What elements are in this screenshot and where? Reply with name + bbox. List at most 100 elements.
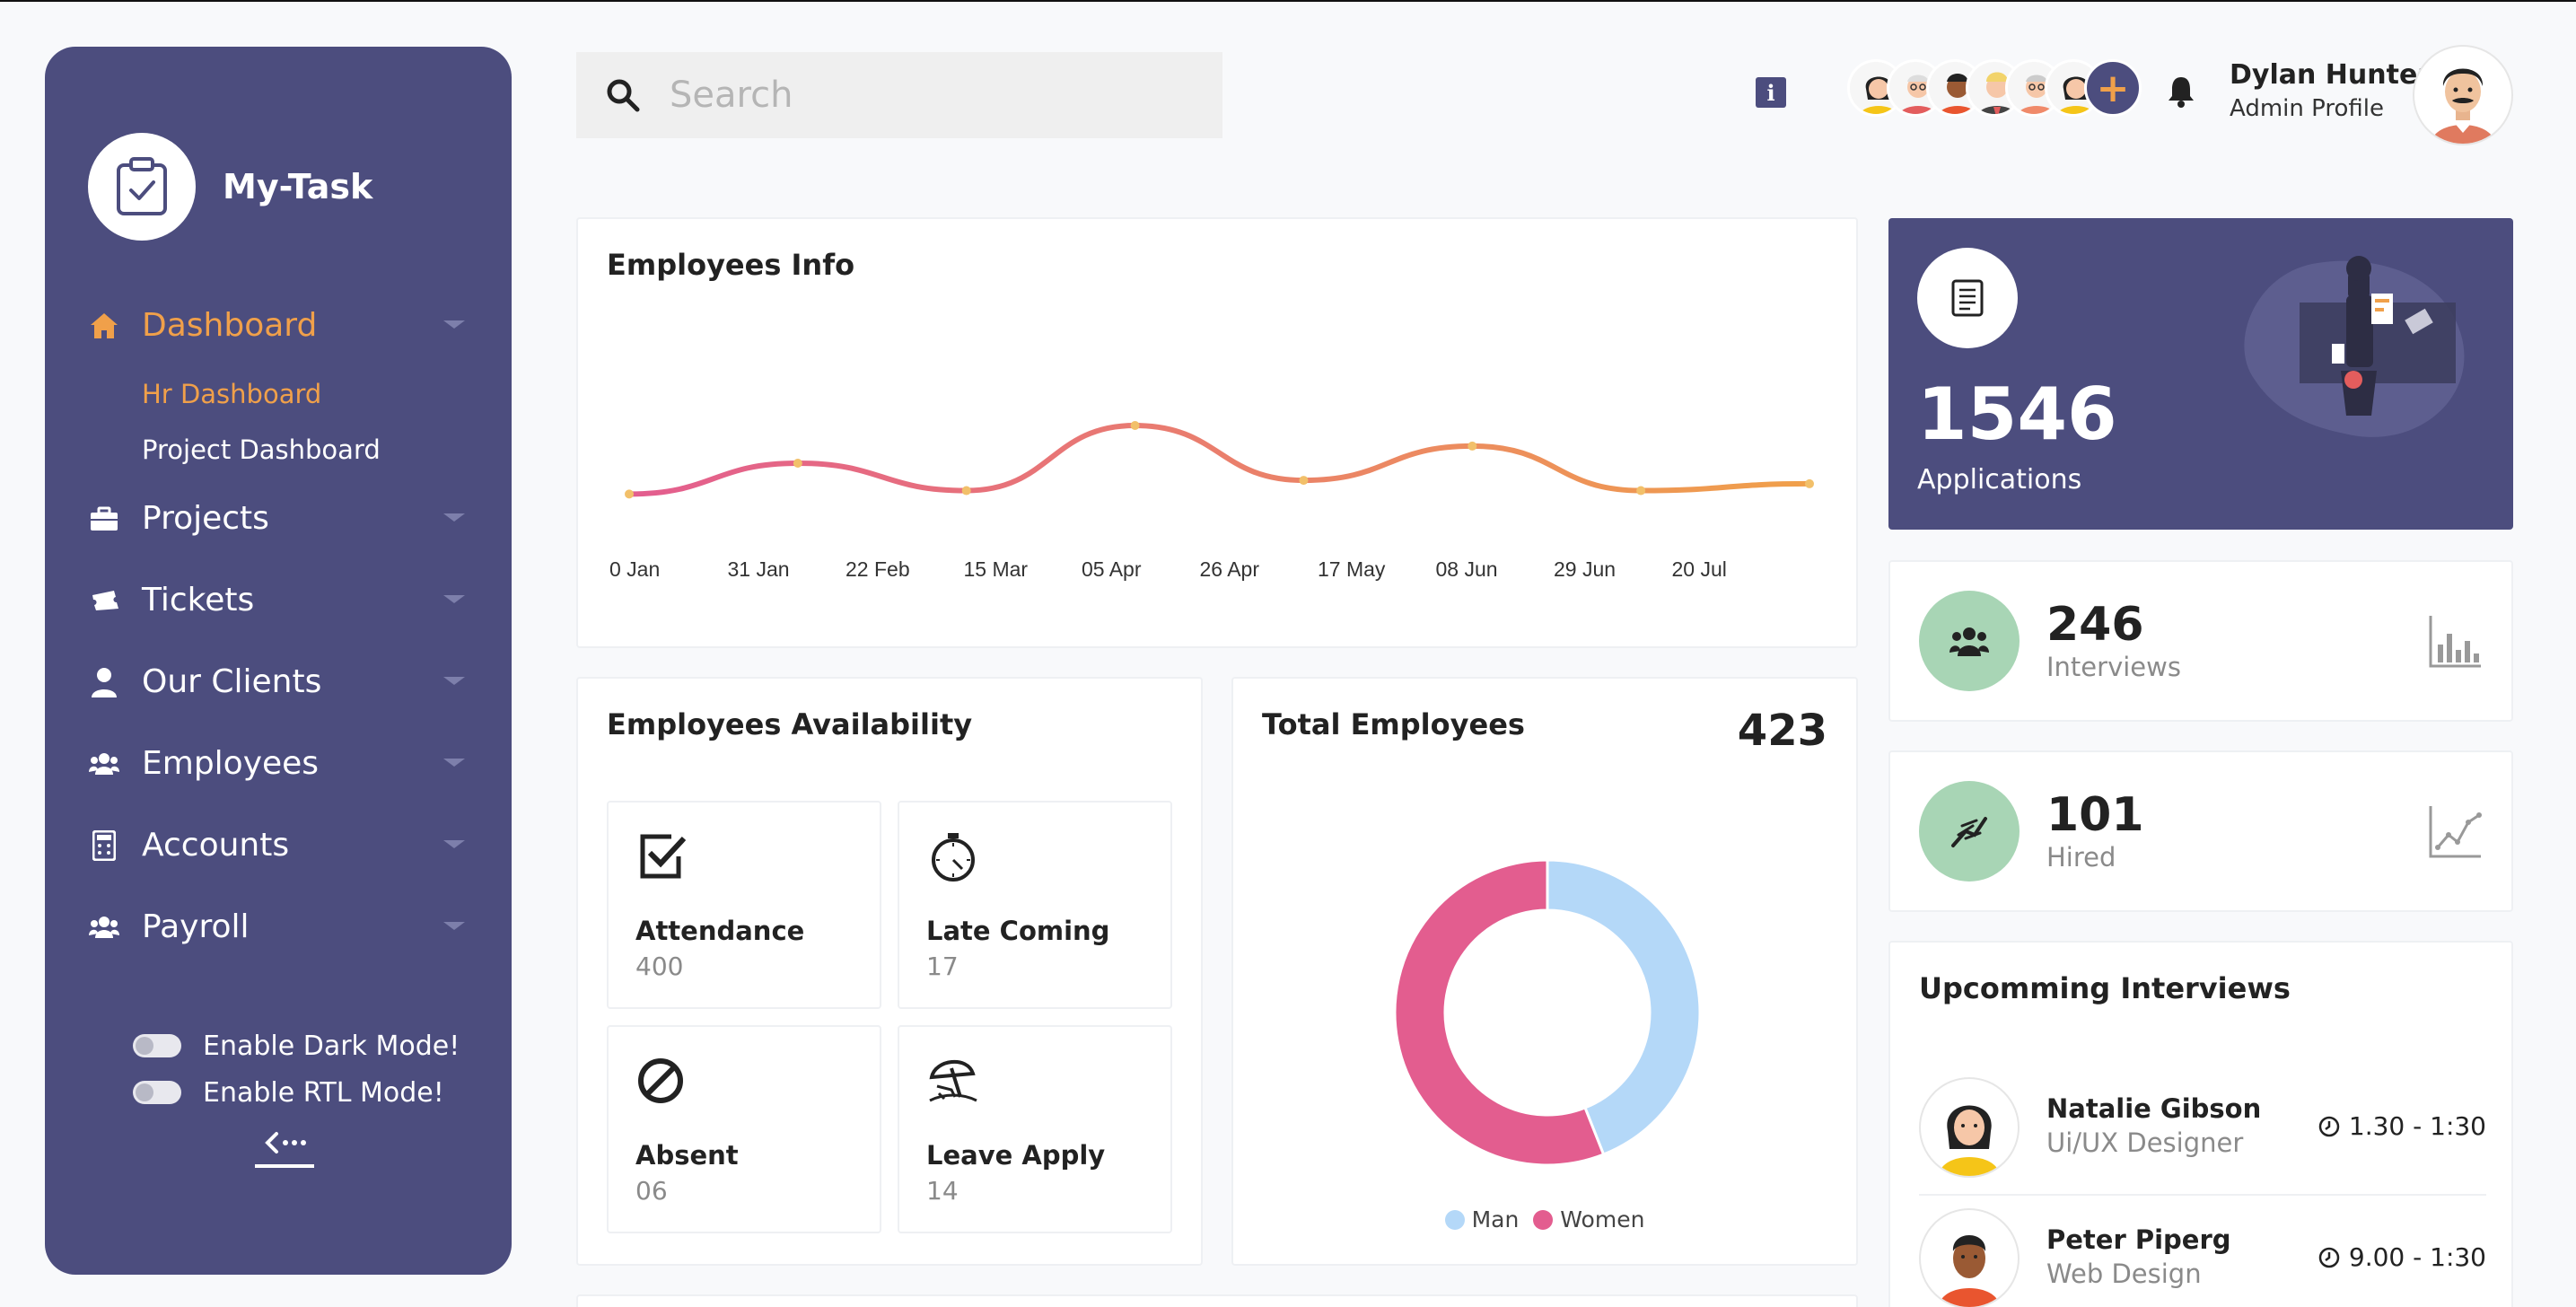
clock-icon	[2318, 1247, 2340, 1268]
interview-time-text: 1.30 - 1:30	[2348, 1111, 2486, 1141]
sidebar-item-label: Accounts	[142, 827, 290, 864]
data-point[interactable]	[961, 486, 971, 496]
document-icon	[1917, 248, 2018, 348]
tile-value: 17	[926, 952, 959, 981]
sidebar-item-dashboard[interactable]: Dashboard	[88, 285, 465, 366]
group-icon	[1919, 591, 2020, 691]
data-point[interactable]	[1130, 421, 1140, 430]
x-tick-label: 0 Jan	[609, 557, 660, 581]
applications-card: 1546 Applications	[1888, 218, 2513, 530]
legend-label: Man	[1471, 1206, 1520, 1232]
x-tick-label: 08 Jun	[1436, 557, 1498, 581]
sidebar-subitem-project-dashboard[interactable]: Project Dashboard	[142, 422, 465, 478]
sidebar-item-label: Payroll	[142, 908, 250, 945]
absent-tile[interactable]: Absent 06	[607, 1025, 881, 1233]
interviewee-role: Ui/UX Designer	[2046, 1127, 2244, 1158]
interview-item[interactable]: Peter Piperg Web Design 9.00 - 1:30	[1919, 1208, 2486, 1307]
data-point[interactable]	[1805, 478, 1814, 488]
add-member-button[interactable]: +	[2084, 59, 2142, 117]
app-name: My-Task	[223, 167, 373, 206]
applications-count: 1546	[1917, 373, 2117, 456]
total-employees-count: 423	[1737, 706, 1827, 756]
sidebar-item-tickets[interactable]: Tickets	[88, 559, 465, 641]
hired-stat-card: 101 Hired	[1888, 750, 2513, 912]
x-tick-label: 20 Jul	[1672, 557, 1727, 581]
interview-time-text: 9.00 - 1:30	[2348, 1242, 2486, 1272]
dashboard-submenu: Hr Dashboard Project Dashboard	[88, 366, 465, 478]
user-avatar[interactable]	[2413, 45, 2513, 145]
legend-item-man[interactable]: Man	[1444, 1206, 1520, 1232]
sidebar-subitem-hr-dashboard[interactable]: Hr Dashboard	[142, 366, 465, 422]
tile-label: Absent	[635, 1140, 739, 1171]
interview-time: 9.00 - 1:30	[2318, 1242, 2486, 1272]
chevron-down-icon	[443, 759, 465, 767]
dark-mode-switch[interactable]	[133, 1034, 181, 1057]
x-tick-label: 26 Apr	[1200, 557, 1260, 581]
upcoming-interviews-card: Upcomming Interviews Natalie Gibson Ui/U…	[1888, 941, 2513, 1307]
search-icon[interactable]	[576, 77, 670, 113]
card-title: Employees Availability	[607, 707, 973, 741]
divider	[1919, 1194, 2486, 1196]
top-border	[0, 0, 2576, 2]
x-tick-label: 17 May	[1318, 557, 1386, 581]
mode-toggles: Enable Dark Mode! Enable RTL Mode!	[133, 1022, 460, 1116]
rtl-mode-switch[interactable]	[133, 1081, 181, 1104]
chevron-down-icon	[443, 320, 465, 329]
sidebar-item-employees[interactable]: Employees	[88, 723, 465, 804]
search-bar	[576, 52, 1222, 138]
stat-value: 246	[2046, 598, 2144, 652]
interview-time: 1.30 - 1:30	[2318, 1111, 2486, 1141]
data-point[interactable]	[793, 459, 802, 468]
sidebar-item-label: Tickets	[142, 582, 255, 618]
avatar	[1919, 1208, 2020, 1307]
late-coming-tile[interactable]: Late Coming 17	[898, 801, 1172, 1009]
sidebar-item-label: Dashboard	[142, 307, 318, 344]
user-role: Admin Profile	[2230, 95, 2384, 122]
chevron-down-icon	[443, 922, 465, 930]
series-line	[626, 422, 1812, 497]
sidebar-item-our-clients[interactable]: Our Clients	[88, 641, 465, 723]
legend-swatch	[1444, 1209, 1465, 1230]
briefcase-icon	[88, 503, 120, 535]
attendance-tile[interactable]: Attendance 400	[607, 801, 881, 1009]
interviews-stat-card: 246 Interviews	[1888, 560, 2513, 722]
search-input[interactable]	[670, 75, 1172, 116]
user-name[interactable]: Dylan Hunter	[2230, 59, 2431, 91]
legend-item-women[interactable]: Women	[1533, 1206, 1644, 1232]
x-tick-label: 29 Jun	[1554, 557, 1616, 581]
leave-apply-tile[interactable]: Leave Apply 14	[898, 1025, 1172, 1233]
donut-slice-man[interactable]	[1546, 858, 1702, 1157]
data-point[interactable]	[1636, 486, 1646, 496]
sidebar-collapse-button[interactable]	[253, 1120, 316, 1174]
data-point[interactable]	[625, 489, 634, 499]
x-tick-label: 15 Mar	[964, 557, 1029, 581]
bar-chart-icon	[2429, 616, 2481, 668]
interview-item[interactable]: Natalie Gibson Ui/UX Designer 1.30 - 1:3…	[1919, 1077, 2486, 1203]
sidebar-item-projects[interactable]: Projects	[88, 478, 465, 559]
card-title: Upcomming Interviews	[1919, 971, 2291, 1005]
sidebar-item-label: Our Clients	[142, 663, 322, 700]
bell-icon[interactable]	[2167, 75, 2195, 111]
applications-illustration	[2244, 256, 2465, 437]
data-point[interactable]	[1299, 476, 1309, 486]
brand[interactable]: My-Task	[88, 133, 372, 241]
calculator-icon	[88, 829, 120, 862]
info-icon[interactable]: i	[1756, 77, 1786, 108]
sidebar-item-label: Employees	[142, 745, 320, 782]
interviewee-name: Peter Piperg	[2046, 1224, 2231, 1255]
chevron-down-icon	[443, 595, 465, 603]
line-chart-icon	[2429, 806, 2482, 858]
arrow-left-icon	[255, 1132, 314, 1168]
clipboard-check-icon	[88, 133, 196, 241]
sidebar: My-Task Dashboard Hr Dashboard Project D…	[45, 47, 512, 1275]
users-icon	[88, 911, 120, 943]
sidebar-nav: Dashboard Hr Dashboard Project Dashboard…	[88, 285, 465, 968]
handshake-icon	[1919, 781, 2020, 882]
total-employees-card: Total Employees 423 Man Women	[1231, 677, 1858, 1266]
tile-label: Attendance	[635, 916, 805, 946]
employees-info-line-chart: 0 Jan 31 Jan 22 Feb 15 Mar 05 Apr 26 Apr 17 Ma…	[609, 421, 1814, 581]
sidebar-item-accounts[interactable]: Accounts	[88, 804, 465, 886]
chevron-down-icon	[443, 677, 465, 685]
data-point[interactable]	[1468, 441, 1477, 451]
sidebar-item-payroll[interactable]: Payroll	[88, 886, 465, 968]
